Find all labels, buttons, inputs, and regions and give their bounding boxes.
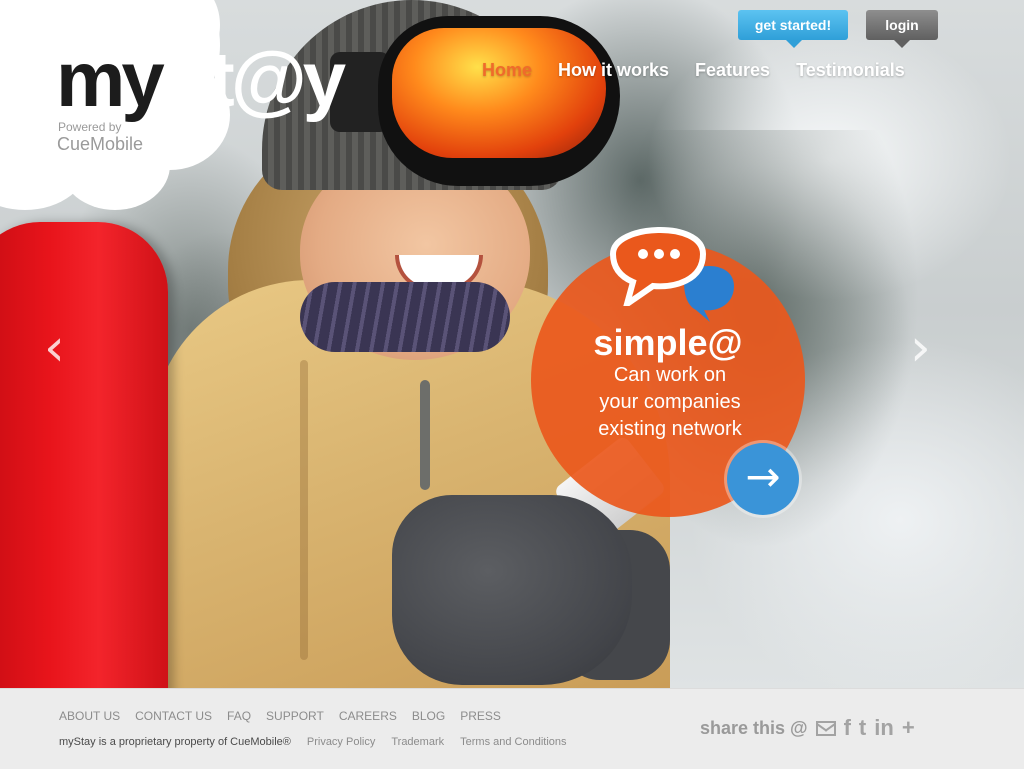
footer-link-press[interactable]: PRESS	[460, 709, 501, 723]
nav-features[interactable]: Features	[695, 60, 770, 81]
carousel-next-arrow-icon[interactable]: ›	[910, 318, 931, 378]
footer-link-about-us[interactable]: ABOUT US	[59, 709, 120, 723]
callout-description: Can work on your companies existing netw…	[598, 364, 742, 440]
footer-link-contact-us[interactable]: CONTACT US	[135, 709, 212, 723]
nav-home[interactable]: Home	[482, 60, 532, 81]
linkedin-icon[interactable]: in	[874, 717, 894, 739]
chat-bubble-white-icon	[609, 227, 707, 306]
powered-by-company: CueMobile	[57, 134, 144, 154]
trademark-link[interactable]: Trademark	[391, 736, 444, 748]
legal-row: myStay is a proprietary property of CueM…	[59, 736, 567, 748]
callout-title: simple@	[593, 322, 743, 363]
share-bar: share this @ f t in +	[700, 717, 915, 739]
footer: ABOUT US CONTACT US FAQ SUPPORT CAREERS …	[0, 688, 1024, 769]
logo-my: my	[56, 35, 165, 123]
carousel-prev-arrow-icon[interactable]: ‹	[44, 318, 65, 378]
hero-photo-ski	[0, 222, 168, 688]
share-label: share this @	[700, 717, 808, 738]
logo[interactable]: mySt@y	[56, 40, 346, 118]
login-button[interactable]: login	[866, 10, 938, 48]
footer-link-blog[interactable]: BLOG	[412, 709, 445, 723]
twitter-icon[interactable]: t	[859, 717, 866, 739]
hero-photo-goggle-lens	[392, 28, 606, 158]
terms-link[interactable]: Terms and Conditions	[460, 736, 566, 748]
get-started-button[interactable]: get started!	[738, 10, 848, 48]
footer-link-careers[interactable]: CAREERS	[339, 709, 397, 723]
callout-next-arrow-icon[interactable]: →	[727, 443, 799, 515]
hero-slide: mySt@y Powered by CueMobile get started!…	[0, 0, 1024, 688]
footer-link-support[interactable]: SUPPORT	[266, 709, 324, 723]
footer-link-faq[interactable]: FAQ	[227, 709, 251, 723]
mail-icon[interactable]	[815, 720, 836, 736]
nav-testimonials[interactable]: Testimonials	[796, 60, 905, 81]
hero-photo-glove	[392, 495, 632, 685]
hero-photo-detail	[300, 360, 308, 660]
hero-photo-zipper	[420, 380, 430, 490]
nav-how-it-works[interactable]: How it works	[558, 60, 669, 81]
logo-stay: St@y	[160, 35, 346, 123]
plus-icon[interactable]: +	[902, 717, 915, 739]
facebook-icon[interactable]: f	[844, 717, 851, 739]
privacy-policy-link[interactable]: Privacy Policy	[307, 736, 375, 748]
copyright-text: myStay is a proprietary property of CueM…	[59, 736, 291, 748]
main-nav: Home How it works Features Testimonials	[482, 60, 905, 81]
footer-links: ABOUT US CONTACT US FAQ SUPPORT CAREERS …	[59, 709, 501, 723]
hero-photo-scarf	[300, 282, 510, 352]
powered-by-text: Powered by	[58, 120, 122, 134]
